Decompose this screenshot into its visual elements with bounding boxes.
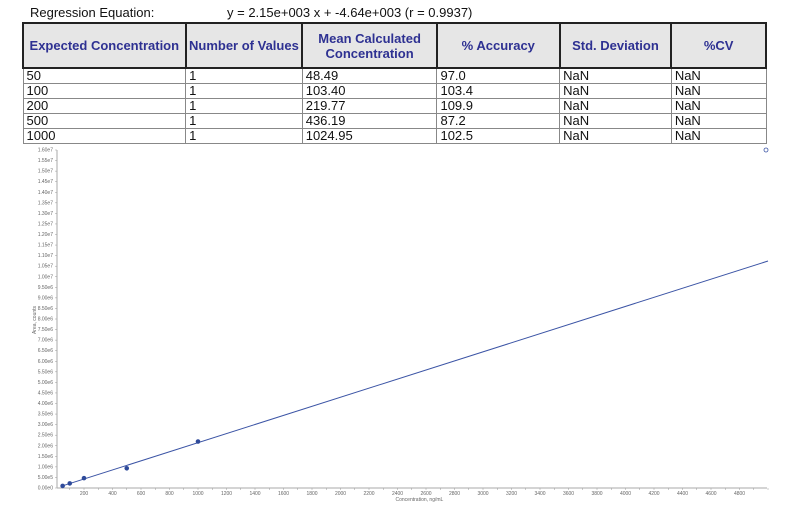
y-tick-label: 5.00e5 [38,475,54,481]
x-tick-label: 1600 [278,491,289,497]
x-tick-label: 4600 [705,491,716,497]
y-tick-label: 6.00e6 [38,359,54,365]
x-axis-label: Concentration, ng/mL [396,497,444,503]
x-tick-label: 3200 [506,491,517,497]
y-tick-label: 6.50e6 [38,348,54,354]
y-tick-label: 1.10e7 [38,253,54,259]
x-tick-label: 4800 [734,491,745,497]
data-point [60,483,65,489]
y-tick-label: 7.00e6 [38,338,54,344]
regression-line [62,260,769,487]
x-tick-label: 2800 [449,491,460,497]
y-tick-label: 1.00e7 [38,274,54,280]
y-tick-label: 1.00e6 [38,464,54,470]
data-point [67,481,73,486]
y-tick-label: 8.00e6 [38,317,54,323]
y-tick-label: 2.50e6 [38,433,54,439]
resize-handle-icon [763,147,769,153]
x-tick-label: 3400 [534,491,545,497]
y-tick-label: 5.00e6 [38,380,54,386]
x-tick-label: 800 [165,491,174,497]
x-tick-label: 3000 [477,491,488,497]
y-tick-label: 1.55e7 [38,158,54,164]
y-tick-label: 1.50e6 [38,454,54,460]
y-tick-label: 0.00e0 [38,486,54,492]
y-tick-label: 4.50e6 [38,390,54,396]
x-tick-label: 4400 [677,491,688,497]
data-point [124,465,130,471]
y-tick-label: 1.40e7 [38,190,54,196]
y-tick-label: 3.50e6 [38,412,54,418]
x-tick-label: 4000 [620,491,631,497]
y-tick-label: 1.35e7 [38,200,54,206]
x-tick-label: 200 [80,491,89,497]
y-tick-label: 1.45e7 [38,179,54,185]
calibration-chart: 0.00e0 5.00e5 1.00e6 1.50e6 2.00e6 2.50e6 3.00… [32,147,769,503]
y-tick-label: 1.05e7 [38,264,54,270]
y-tick-label: 9.50e6 [38,285,54,291]
x-tick-label: 3600 [563,491,574,497]
y-axis-label: Area, counts [32,305,38,334]
x-tick-label: 2200 [363,491,374,497]
x-tick-label: 4200 [648,491,659,497]
x-tick-label: 1000 [192,491,203,497]
y-tick-label: 2.00e6 [38,443,54,449]
y-tick-label: 1.25e7 [38,221,54,227]
x-tick-label: 1800 [306,491,317,497]
x-tick-label: 2000 [335,491,346,497]
y-tick-label: 1.50e7 [38,169,54,175]
y-tick-label: 1.30e7 [38,211,54,217]
y-tick-label: 8.50e6 [38,306,54,312]
y-tick-label: 4.00e6 [38,401,54,407]
y-tick-label: 1.20e7 [38,232,54,238]
y-tick-label: 1.60e7 [38,148,54,154]
data-point [195,439,201,444]
x-tick-label: 3800 [591,491,602,497]
x-tick-label: 400 [108,491,117,497]
y-tick-label: 1.15e7 [38,243,54,249]
data-point [81,475,87,481]
x-tick-label: 1400 [249,491,260,497]
y-tick-label: 9.00e6 [38,295,54,301]
y-tick-label: 7.50e6 [38,327,54,333]
y-tick-label: 3.00e6 [38,422,54,428]
x-tick-label: 600 [137,491,146,497]
x-tick-label: 1200 [221,491,232,497]
y-tick-label: 5.50e6 [38,369,54,375]
